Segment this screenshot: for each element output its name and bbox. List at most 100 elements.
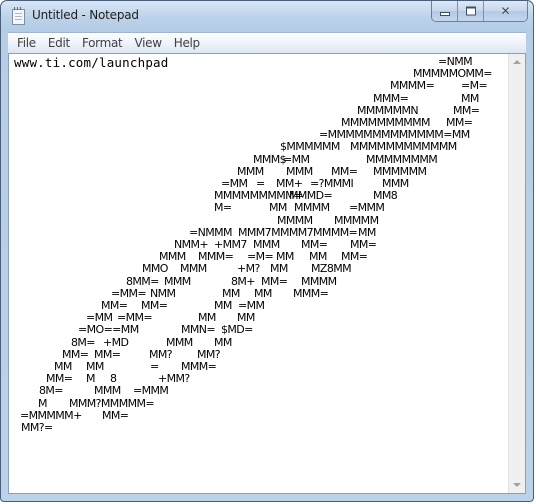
ascii-art-segment: MMMMMMN	[357, 103, 419, 117]
ascii-art-segment: MM	[237, 311, 255, 325]
ascii-art-segment: MMM?MMMMM=	[69, 396, 155, 410]
ascii-art-segment: MM	[86, 360, 104, 373]
vertical-scrollbar[interactable]	[508, 54, 525, 493]
ascii-art-segment: MZ8MM	[311, 262, 352, 276]
ascii-art-segment: MMM	[286, 164, 313, 178]
scroll-down-arrow-icon[interactable]	[513, 483, 521, 487]
ascii-art-segment: M	[38, 396, 48, 410]
close-button[interactable]: ✕	[484, 1, 527, 21]
ascii-art-segment: MMMM=	[390, 79, 435, 93]
maximize-button[interactable]	[458, 1, 484, 21]
ascii-art-segment: MMM=	[181, 360, 217, 373]
ascii-art-segment: MMO	[142, 262, 168, 276]
ascii-art-segment: MMMMMMMMMM	[341, 116, 431, 129]
ascii-art-segment: =M=	[247, 250, 274, 264]
minimize-button[interactable]	[432, 1, 458, 21]
window-title: Untitled - Notepad	[32, 8, 139, 22]
ascii-art-segment: =MM	[283, 152, 310, 166]
menu-format[interactable]: Format	[77, 36, 128, 50]
ascii-art-segment: MMM=	[293, 286, 329, 300]
menu-view[interactable]: View	[129, 36, 166, 50]
ascii-art-segment: MMMMMMMM	[366, 152, 438, 166]
editor-content[interactable]: www.ti.com/launchpad =NMM MMMMMOMM= MMMM= =…	[9, 54, 508, 493]
menu-edit[interactable]: Edit	[43, 36, 75, 50]
ascii-art-segment: =	[256, 177, 265, 190]
ascii-art-segment: =MMM	[349, 201, 385, 215]
close-icon: ✕	[500, 4, 511, 18]
ascii-art-segment: MMMM	[294, 201, 330, 215]
ascii-art-segment: MM=	[446, 116, 473, 129]
ascii-art-segment: MMM	[159, 250, 186, 264]
ascii-art-segment: MMM=	[198, 250, 234, 264]
ascii-art-segment: MMMMM	[334, 213, 379, 227]
ascii-art-segment: =MMMMM+	[20, 408, 82, 422]
ascii-art-segment: 8MM=	[126, 274, 159, 288]
ascii-art-segment: 8M+	[231, 274, 256, 288]
ascii-art-segment: MMM	[237, 164, 264, 178]
ascii-art-segment: MMM	[94, 384, 121, 398]
ascii-art-segment: M	[86, 372, 96, 386]
scroll-up-arrow-icon[interactable]	[513, 60, 521, 64]
ascii-art-segment: =	[150, 360, 159, 373]
ascii-art-segment: MM=	[94, 347, 121, 361]
ascii-art-segment: MM=	[301, 238, 328, 251]
ascii-art-segment: MM=	[141, 299, 168, 312]
ascii-art-segment: 8	[110, 372, 117, 386]
ascii-art-segment: =MMMMMMMMMMMMM=MM	[319, 128, 470, 142]
ascii-art-segment: =MO==MM	[78, 323, 139, 337]
ascii-art-segment: MM=	[453, 103, 480, 117]
ascii-art-segment: MM=	[341, 250, 368, 264]
ascii-art-segment: $MMMMMM	[280, 140, 340, 154]
ascii-art-segment: MM	[54, 360, 72, 373]
ascii-art-segment: MM	[309, 250, 327, 264]
ascii-art-segment: =NMM	[438, 55, 473, 68]
ascii-art-segment: MM	[214, 335, 232, 349]
ascii-art-segment: MM	[222, 286, 240, 300]
ascii-art-segment: MM?	[149, 347, 173, 361]
ascii-art-segment: MM=	[102, 408, 129, 422]
ascii-art-segment: 8M=	[39, 384, 64, 398]
ascii-art-segment: MM=	[62, 347, 89, 361]
ascii-art-segment: +MD	[103, 335, 129, 349]
ascii-art-segment: MMMM	[301, 274, 337, 288]
ascii-art-segment: MMMMMM	[373, 164, 427, 178]
ascii-art-segment: MM8	[373, 189, 398, 203]
menu-help[interactable]: Help	[169, 36, 205, 50]
ascii-art-segment: MM=	[350, 238, 377, 251]
ascii-art-segment: MMN=	[181, 323, 216, 337]
caption-buttons: ✕	[431, 1, 528, 22]
menu-bar: File Edit Format View Help	[8, 32, 526, 53]
ascii-art-segment: MMM	[180, 262, 207, 276]
ascii-art-segment: M=	[214, 201, 232, 215]
ascii-art-segment: =MM=	[117, 311, 153, 325]
ascii-art-segment: 8M=	[71, 335, 96, 349]
ascii-art-segment: MM	[358, 225, 376, 239]
ascii-art-segment: MM+	[276, 177, 303, 190]
menu-file[interactable]: File	[12, 36, 41, 50]
ascii-art-segment: MMMD=	[289, 189, 333, 203]
ascii-art-segment: MM?	[197, 347, 221, 361]
minimize-icon	[439, 12, 450, 16]
ascii-art-segment: MM=	[331, 164, 358, 178]
ascii-art-segment: MMM	[164, 274, 191, 288]
ascii-art-segment: MM	[254, 286, 272, 300]
ascii-art-segment: =NMMM	[189, 225, 233, 239]
ascii-art-segment: MM	[276, 250, 294, 264]
ascii-art-segment: +M?	[237, 262, 260, 276]
text-editor[interactable]: www.ti.com/launchpad =NMM MMMMMOMM= MMMM= =…	[8, 53, 526, 494]
ascii-art-segment: MMMM	[277, 213, 313, 227]
ascii-art-segment: =M=	[461, 79, 488, 93]
ascii-art-segment: MM?=	[21, 421, 53, 434]
ascii-art-segment: MM	[461, 91, 479, 105]
text-line-url: www.ti.com/launchpad	[14, 55, 169, 70]
title-bar[interactable]: Untitled - Notepad ✕	[1, 1, 533, 32]
ascii-art-segment: MMM	[382, 177, 409, 190]
ascii-art-segment: MM	[198, 311, 216, 325]
ascii-art-segment: =?MMMI	[310, 177, 354, 190]
maximize-icon	[465, 6, 476, 16]
ascii-art-segment: MM=	[46, 372, 73, 386]
notepad-icon	[12, 7, 25, 25]
ascii-art-segment: MMMMMOMM=	[413, 67, 493, 81]
ascii-art-segment: MMM	[253, 238, 280, 251]
ascii-art-segment: MM	[269, 201, 287, 215]
